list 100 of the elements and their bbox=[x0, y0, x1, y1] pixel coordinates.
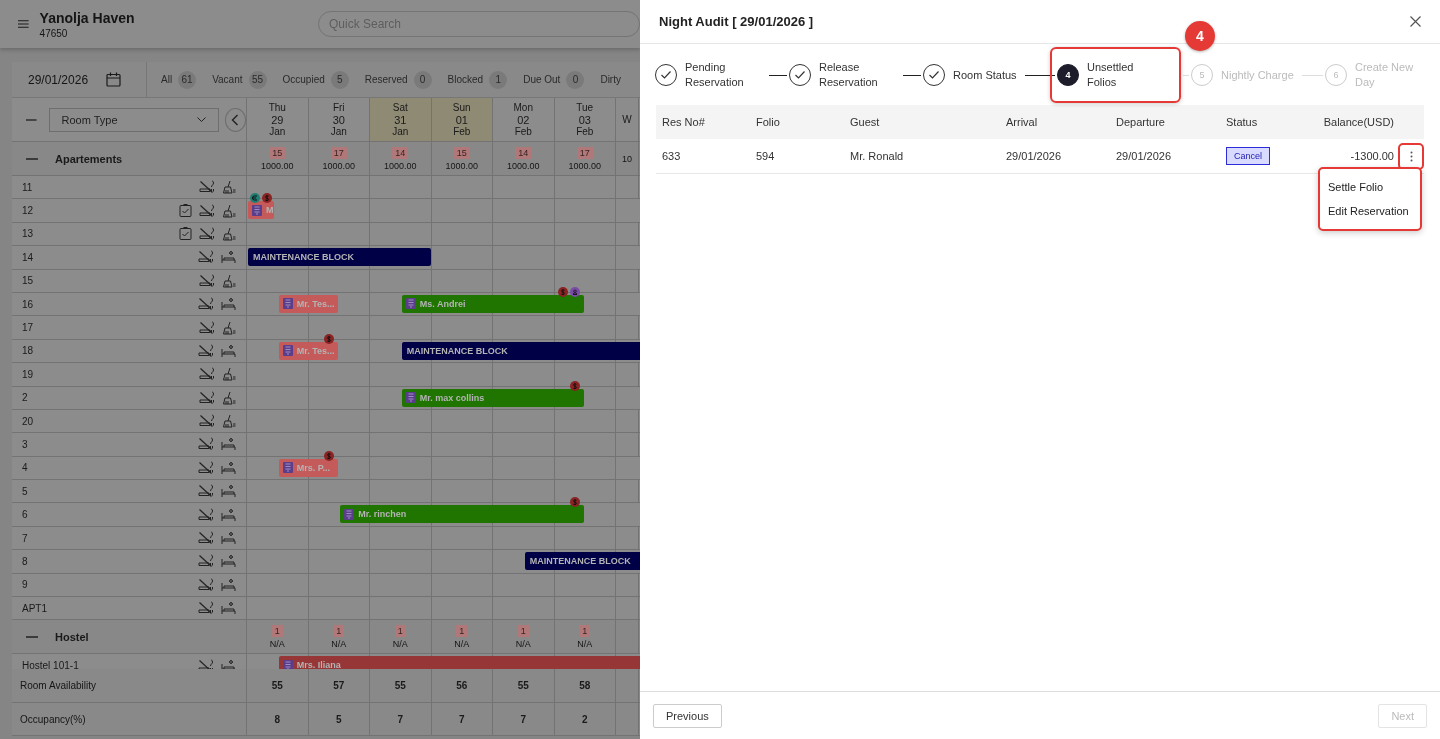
table-cell: 57 bbox=[333, 680, 345, 691]
step-number: 4 bbox=[1057, 64, 1079, 86]
collapse-icon[interactable] bbox=[26, 157, 38, 160]
filter-label[interactable]: Occupied bbox=[282, 74, 325, 85]
count-badge: 1 bbox=[271, 624, 283, 637]
room-name[interactable]: 4 bbox=[22, 462, 28, 474]
filter-label[interactable]: All bbox=[161, 74, 173, 85]
room-name[interactable]: 6 bbox=[22, 509, 28, 521]
table-cell: 7 bbox=[397, 713, 404, 725]
room-name[interactable]: 12 bbox=[22, 205, 34, 217]
table-cell: 58 bbox=[579, 680, 591, 691]
group-name: Hostel bbox=[55, 630, 89, 643]
chevron-left-icon bbox=[231, 113, 240, 126]
no-smoking-icon bbox=[199, 367, 215, 382]
no-smoking-icon bbox=[198, 554, 214, 569]
rate-text: 1000.00 bbox=[383, 160, 417, 171]
rate-text: N/A bbox=[392, 638, 408, 649]
table-cell: 55 bbox=[271, 680, 283, 691]
room-name[interactable]: 3 bbox=[22, 439, 28, 450]
room-name[interactable]: 8 bbox=[22, 555, 28, 567]
calendar-icon[interactable] bbox=[106, 72, 122, 87]
room-name[interactable]: 5 bbox=[22, 485, 28, 497]
count-badge: 61 bbox=[178, 70, 197, 89]
menu-item[interactable]: Settle Folio bbox=[1320, 174, 1420, 199]
count-badge: 17 bbox=[330, 146, 347, 159]
room-name[interactable]: 2 bbox=[22, 392, 28, 404]
count-badge: 14 bbox=[392, 146, 409, 159]
building-icon bbox=[252, 204, 262, 216]
count-badge: 14 bbox=[515, 146, 532, 159]
room-name[interactable]: 20 bbox=[22, 415, 34, 427]
no-smoking-icon bbox=[199, 320, 215, 335]
building-icon bbox=[344, 508, 355, 520]
step-label: Pending Reservation bbox=[685, 60, 745, 90]
room-type-select[interactable]: Room Type bbox=[48, 107, 219, 132]
date-text[interactable]: 29/01/2026 bbox=[28, 72, 89, 87]
collapse-icon[interactable] bbox=[26, 118, 37, 121]
day-header: Sun 01 Feb bbox=[431, 98, 493, 141]
day-header: W bbox=[616, 98, 639, 141]
room-name[interactable]: 18 bbox=[22, 345, 34, 357]
rate-text: N/A bbox=[577, 638, 593, 649]
room-name[interactable]: 13 bbox=[22, 228, 34, 240]
reservation-bar[interactable]: Mr. max collins bbox=[401, 388, 585, 407]
reservation-bar[interactable]: Ms. Andrei bbox=[401, 294, 585, 313]
more-button[interactable] bbox=[1398, 142, 1424, 170]
table-cell: 55 bbox=[394, 680, 406, 691]
no-smoking-icon bbox=[199, 203, 215, 218]
more-icon bbox=[1409, 150, 1413, 162]
no-smoking-icon bbox=[198, 297, 214, 312]
previous-button[interactable]: Previous bbox=[653, 703, 722, 728]
filter-label[interactable]: Reserved bbox=[364, 74, 408, 85]
block-bar[interactable]: MAINTENANCE BLOCK bbox=[524, 552, 640, 571]
building-icon bbox=[282, 345, 293, 357]
reservation-bar[interactable]: Mr. rinchen bbox=[340, 505, 585, 524]
step-label: Nightly Charge bbox=[1221, 67, 1294, 83]
building-icon bbox=[405, 298, 416, 310]
count-badge: 1 bbox=[333, 624, 345, 637]
no-smoking-icon bbox=[198, 658, 214, 669]
count-badge: 5 bbox=[330, 70, 349, 89]
filter-label[interactable]: Dirty bbox=[600, 74, 621, 85]
no-smoking-icon bbox=[198, 507, 214, 522]
rate-text: 1000.00 bbox=[445, 160, 478, 171]
collapse-icon[interactable] bbox=[26, 635, 38, 638]
table-cell: 5 bbox=[335, 713, 342, 725]
menu-icon[interactable] bbox=[18, 18, 29, 30]
row-label: Room Availability bbox=[20, 680, 96, 691]
day-header: Thu 29 Jan bbox=[247, 98, 309, 141]
table-cell-text: 633 bbox=[662, 150, 682, 162]
no-smoking-icon bbox=[199, 180, 215, 195]
room-name[interactable]: 11 bbox=[22, 181, 33, 193]
count-badge: 55 bbox=[248, 70, 267, 89]
room-name[interactable]: 14 bbox=[22, 251, 34, 263]
room-name[interactable]: 7 bbox=[22, 532, 28, 544]
room-name[interactable]: 17 bbox=[22, 322, 34, 334]
filter-label[interactable]: Due Out bbox=[523, 74, 561, 85]
filter-label[interactable]: Blocked bbox=[447, 74, 484, 85]
rate-text: N/A bbox=[269, 638, 285, 649]
room-name[interactable]: 9 bbox=[22, 579, 28, 591]
close-icon[interactable] bbox=[1410, 16, 1421, 27]
menu-item[interactable]: Edit Reservation bbox=[1320, 198, 1420, 223]
no-smoking-icon bbox=[199, 414, 215, 429]
panel-title: Night Audit [ 29/01/2026 ] bbox=[659, 14, 814, 29]
block-bar[interactable]: MAINTENANCE BLOCK bbox=[401, 341, 640, 360]
reservation-bar[interactable]: Mrs. Iliana bbox=[278, 656, 640, 669]
column-header: Res No# bbox=[662, 116, 706, 128]
table-cell: 2 bbox=[581, 713, 588, 725]
filter-label[interactable]: Vacant bbox=[212, 74, 243, 85]
count-badge: 17 bbox=[576, 146, 593, 159]
count-badge: 1 bbox=[579, 624, 591, 637]
previous-dates-button[interactable] bbox=[224, 107, 246, 132]
room-name[interactable]: 16 bbox=[22, 298, 34, 310]
room-name[interactable]: Hostel 101-1 bbox=[22, 660, 79, 669]
row-label: Occupancy(%) bbox=[20, 713, 86, 725]
room-name[interactable]: APT1 bbox=[22, 602, 47, 614]
building-icon bbox=[405, 392, 416, 403]
step-label: Create New Day bbox=[1355, 60, 1415, 90]
building-icon bbox=[282, 462, 293, 474]
room-name[interactable]: 19 bbox=[22, 368, 34, 380]
room-name[interactable]: 15 bbox=[22, 275, 34, 287]
count-badge: 15 bbox=[453, 146, 470, 159]
block-bar[interactable]: MAINTENANCE BLOCK bbox=[248, 248, 431, 267]
